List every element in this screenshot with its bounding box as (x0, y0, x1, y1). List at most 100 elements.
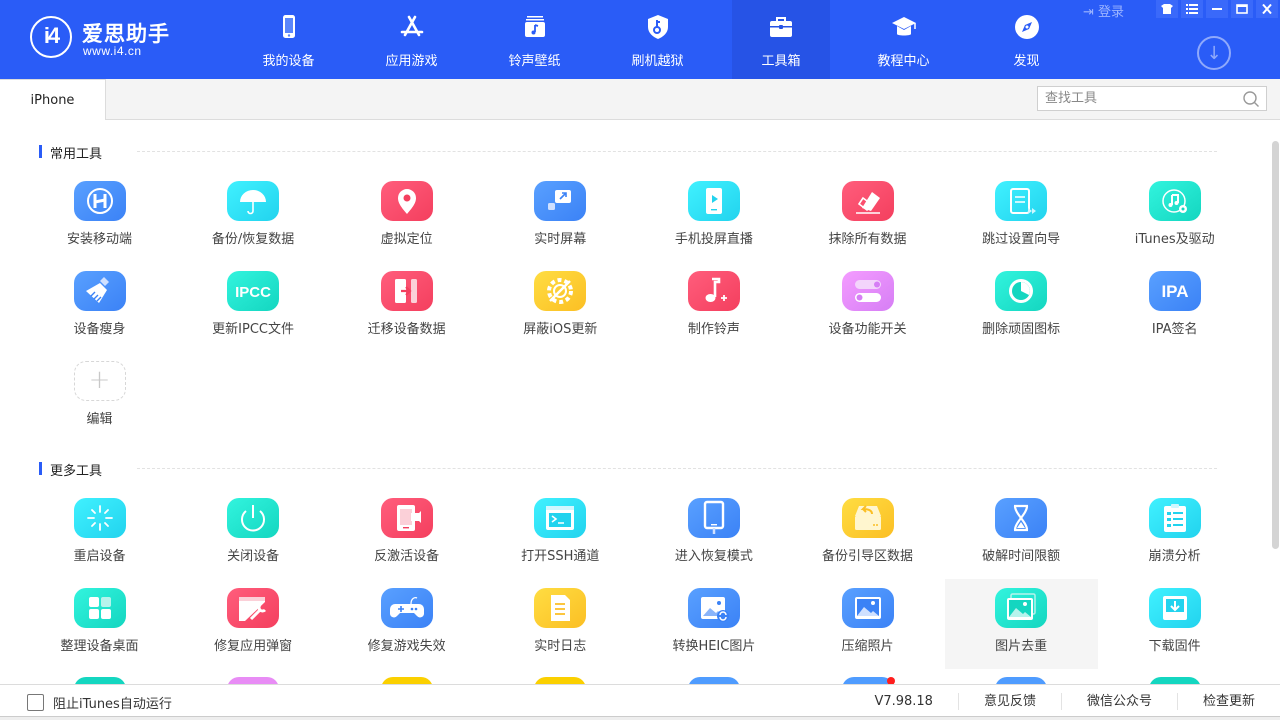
tool-itunes-driver[interactable]: iTunes及驱动 (1098, 172, 1251, 262)
tool-umbrella[interactable]: 备份/恢复数据 (177, 172, 330, 262)
tool-partial-icon[interactable] (687, 677, 740, 684)
tool-ipcc[interactable]: IPCC 更新IPCC文件 (177, 262, 330, 352)
vertical-scrollbar[interactable] (1272, 141, 1279, 549)
maximize-button[interactable] (1231, 0, 1253, 18)
download-tray-icon (1148, 588, 1201, 628)
toolbox-content: 常用工具 安装移动端 备份/恢复数据 虚拟定位 实时屏幕 手机投屏直播 抹除所有数据 跳过设… (0, 121, 1268, 684)
tool-label: 迁移设备数据 (367, 322, 446, 337)
arrow-down-icon: ↓ (1206, 42, 1222, 64)
tool-terminal[interactable]: 打开SSH通道 (484, 489, 637, 579)
feedback-link[interactable]: 意见反馈 (957, 693, 1061, 710)
tool-restart-spinner[interactable]: 重启设备 (23, 489, 176, 579)
block-itunes-checkbox[interactable] (27, 694, 44, 711)
tool-label: 反激活设备 (374, 549, 440, 564)
location-pin-icon (380, 181, 433, 221)
tool-download-tray[interactable]: 下载固件 (1098, 579, 1251, 669)
phone-play-icon (687, 181, 740, 221)
search-icon[interactable] (1242, 90, 1260, 108)
login-button[interactable]: ⇥ 登录 (1083, 1, 1124, 20)
tool-image-stack[interactable]: 图片去重 (944, 579, 1098, 669)
tool-label: 打开SSH通道 (521, 549, 600, 564)
nav-flash-jailbreak[interactable]: 刷机越狱 (596, 0, 719, 79)
nav-tutorials[interactable]: 教程中心 (842, 0, 965, 79)
tool-eraser[interactable]: 抹除所有数据 (791, 172, 944, 262)
tool-power[interactable]: 关闭设备 (177, 489, 330, 579)
tool-block-update-gear[interactable]: 屏蔽iOS更新 (484, 262, 637, 352)
search-input[interactable] (1038, 87, 1228, 110)
svg-text:IPCC: IPCC (235, 284, 271, 301)
tool-partial-icon[interactable] (380, 677, 433, 684)
eraser-icon (841, 181, 894, 221)
recovery-tablet-icon (687, 498, 740, 538)
tool-label: 关闭设备 (227, 549, 280, 564)
tab-iphone[interactable]: iPhone (0, 79, 106, 120)
edit-tools-button[interactable]: + 编辑 (23, 352, 176, 442)
tool-deactivate[interactable]: 反激活设备 (330, 489, 483, 579)
skin-button[interactable] (1156, 0, 1178, 18)
tool-migrate[interactable]: 迁移设备数据 (330, 262, 483, 352)
search-box (1037, 86, 1267, 111)
tool-skip-setup[interactable]: 跳过设置向导 (945, 172, 1098, 262)
tool-clipboard-list[interactable]: 崩溃分析 (1098, 489, 1251, 579)
tool-ipa[interactable]: IPA IPA签名 (1098, 262, 1251, 352)
tool-hourglass[interactable]: 破解时间限额 (945, 489, 1098, 579)
brush-icon (73, 271, 126, 311)
tool-label: 修复应用弹窗 (214, 639, 293, 654)
minimize-button[interactable] (1206, 0, 1228, 18)
tool-gamepad[interactable]: 修复游戏失效 (330, 579, 483, 669)
tool-partial-icon[interactable] (227, 677, 280, 684)
image-convert-icon (687, 588, 740, 628)
phone-icon (282, 15, 295, 38)
tool-label: 手机投屏直播 (674, 232, 753, 247)
image-icon (841, 588, 894, 628)
tool-image[interactable]: 压缩照片 (791, 579, 944, 669)
plus-icon: + (73, 361, 126, 401)
tool-toggles[interactable]: 设备功能开关 (791, 262, 944, 352)
tool-label: 抹除所有数据 (828, 232, 907, 247)
nav-discover[interactable]: 发现 (965, 0, 1088, 79)
deactivate-icon (380, 498, 433, 538)
tool-label: 修复游戏失效 (367, 639, 446, 654)
drive-backup-icon (841, 498, 894, 538)
tool-partial-icon[interactable] (995, 677, 1048, 684)
tool-screen-share[interactable]: 实时屏幕 (484, 172, 637, 262)
block-itunes-label[interactable]: 阻止iTunes自动运行 (53, 693, 172, 712)
tool-ringtone[interactable]: 制作铃声 (637, 262, 790, 352)
tool-brush[interactable]: 设备瘦身 (23, 262, 176, 352)
tool-partial-icon[interactable] (1148, 677, 1201, 684)
version-label: V7.98.18 (874, 694, 933, 709)
app-url: www.i4.cn (83, 44, 142, 58)
shield-key-icon (647, 15, 668, 39)
power-icon (227, 498, 280, 538)
tool-label: 制作铃声 (687, 322, 740, 337)
screen-share-icon (534, 181, 587, 221)
menu-button[interactable] (1181, 0, 1203, 18)
check-update-link[interactable]: 检查更新 (1176, 693, 1280, 710)
tool-recovery-tablet[interactable]: 进入恢复模式 (637, 489, 790, 579)
tool-location-pin[interactable]: 虚拟定位 (330, 172, 483, 262)
tool-install-app[interactable]: 安装移动端 (23, 172, 176, 262)
tool-drive-backup[interactable]: 备份引导区数据 (791, 489, 944, 579)
nav-my-device[interactable]: 我的设备 (227, 0, 350, 79)
nav-toolbox[interactable]: 工具箱 (732, 0, 830, 79)
nav-ringtones-wallpapers[interactable]: 铃声壁纸 (473, 0, 596, 79)
tool-grid[interactable]: 整理设备桌面 (23, 579, 176, 669)
nav-apps-games[interactable]: 应用游戏 (350, 0, 473, 79)
tool-label: iTunes及驱动 (1134, 232, 1215, 247)
tool-document[interactable]: 实时日志 (484, 579, 637, 669)
tool-label: 实时日志 (534, 639, 587, 654)
tool-phone-play[interactable]: 手机投屏直播 (637, 172, 790, 262)
wechat-link[interactable]: 微信公众号 (1060, 693, 1177, 710)
tool-partial-icon[interactable] (841, 677, 894, 684)
logo-mark: i4 (30, 16, 72, 58)
close-button[interactable] (1256, 0, 1278, 18)
graduation-cap-icon (891, 17, 916, 36)
tool-label: 设备功能开关 (828, 322, 907, 337)
tool-partial-icon[interactable] (73, 677, 126, 684)
tool-image-convert[interactable]: 转换HEIC图片 (637, 579, 790, 669)
tool-partial-icon[interactable] (534, 677, 587, 684)
tool-pie-clock[interactable]: 删除顽固图标 (945, 262, 1098, 352)
download-manager-button[interactable]: ↓ (1197, 36, 1231, 70)
tool-wrench-window[interactable]: 修复应用弹窗 (177, 579, 330, 669)
device-tab-bar: iPhone (0, 79, 1280, 120)
